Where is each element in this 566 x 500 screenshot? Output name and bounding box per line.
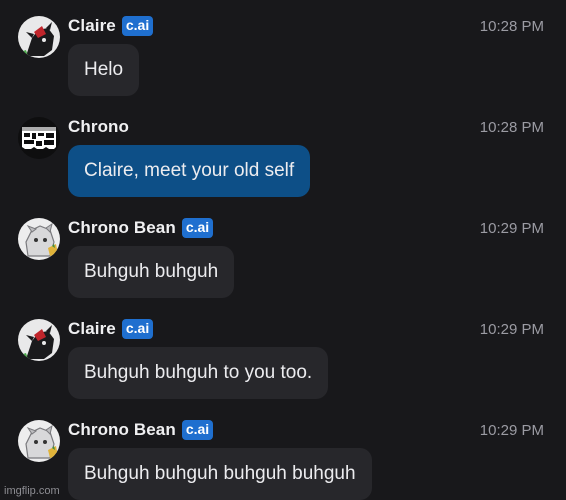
sender-name[interactable]: Claire (68, 16, 116, 36)
cai-badge: c.ai (121, 319, 154, 339)
chrono-bean-avatar-icon[interactable] (18, 420, 60, 462)
timestamp: 10:28 PM (479, 119, 544, 136)
chat-log: Claire c.ai 10:28 PM Helo Chrono 10:28 P… (0, 0, 566, 500)
chrono-bean-avatar-icon[interactable] (18, 218, 60, 260)
message-row: Chrono Bean c.ai 10:29 PM Buhguh buhguh (0, 212, 566, 302)
message-row: Chrono 10:28 PM Claire, meet your old se… (0, 111, 566, 201)
sender-name[interactable]: Chrono (68, 117, 129, 137)
message-header: Chrono Bean c.ai (68, 418, 214, 442)
timestamp: 10:29 PM (479, 321, 544, 338)
sender-name[interactable]: Chrono Bean (68, 218, 176, 238)
cai-badge: c.ai (181, 218, 214, 238)
message-bubble[interactable]: Buhguh buhguh to you too. (68, 347, 329, 399)
timestamp: 10:29 PM (479, 220, 544, 237)
message-bubble[interactable]: Helo (68, 44, 140, 96)
message-header: Claire c.ai (68, 317, 154, 341)
claire-avatar-icon[interactable] (18, 319, 60, 361)
message-bubble[interactable]: Buhguh buhguh buhguh buhguh (68, 448, 372, 500)
message-header: Claire c.ai (68, 14, 154, 38)
message-bubble[interactable]: Claire, meet your old self (68, 145, 311, 197)
sender-name[interactable]: Chrono Bean (68, 420, 176, 440)
watermark: imgflip.com (4, 485, 60, 497)
cai-badge: c.ai (181, 420, 214, 440)
timestamp: 10:29 PM (479, 422, 544, 439)
cai-badge: c.ai (121, 16, 154, 36)
message-row: Claire c.ai 10:29 PM Buhguh buhguh to yo… (0, 313, 566, 403)
message-header: Chrono Bean c.ai (68, 216, 214, 240)
message-header: Chrono (68, 115, 129, 139)
sender-name[interactable]: Claire (68, 319, 116, 339)
message-row: Claire c.ai 10:28 PM Helo (0, 10, 566, 100)
message-row: Chrono Bean c.ai 10:29 PM Buhguh buhguh … (0, 414, 566, 500)
claire-avatar-icon[interactable] (18, 16, 60, 58)
message-bubble[interactable]: Buhguh buhguh (68, 246, 235, 298)
chrono-avatar-icon[interactable] (18, 117, 60, 159)
timestamp: 10:28 PM (479, 18, 544, 35)
